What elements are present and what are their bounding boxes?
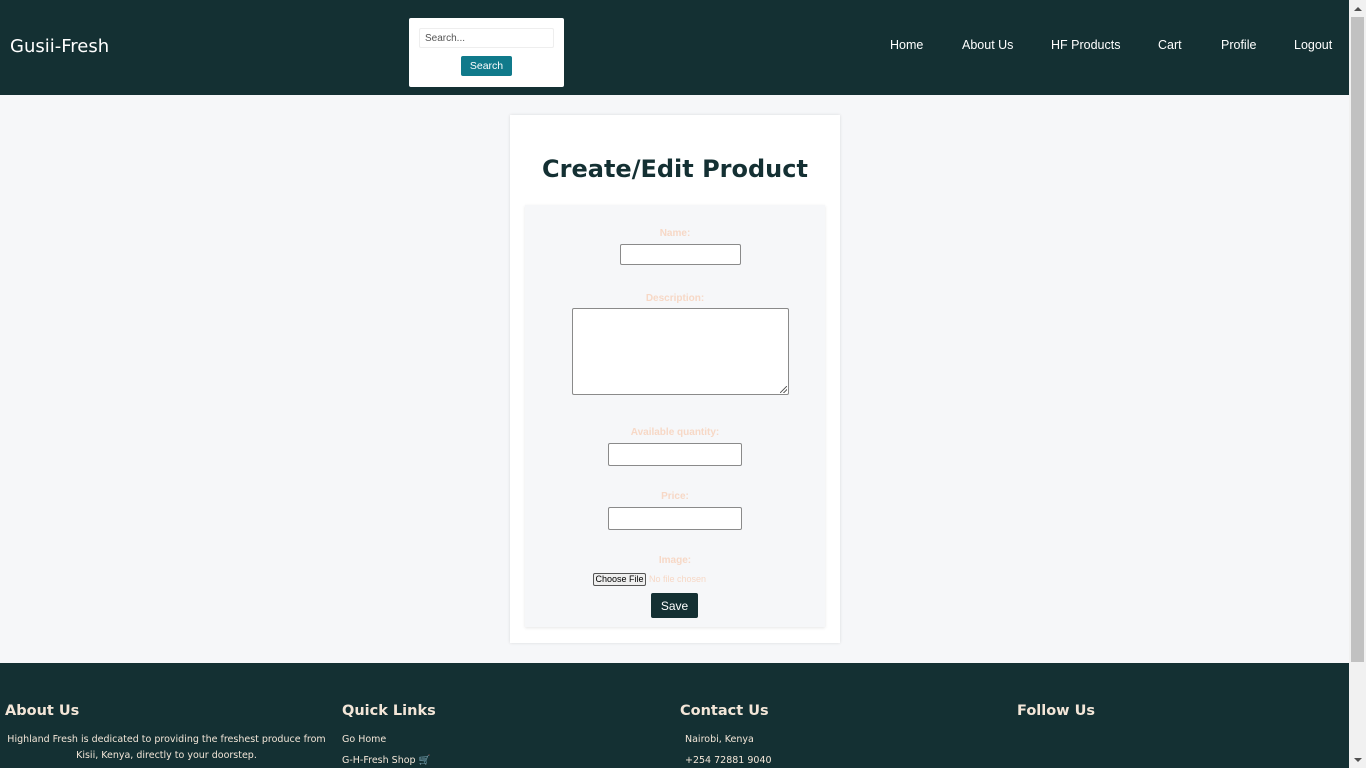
description-textarea[interactable] — [572, 308, 789, 395]
image-label: Image: — [658, 555, 692, 566]
price-input[interactable] — [608, 507, 742, 530]
footer-quick-links-heading: Quick Links — [342, 703, 436, 719]
name-label: Name: — [659, 228, 691, 239]
footer-contact: Contact Us Nairobi, Kenya +254 72881 904… — [680, 703, 980, 766]
vertical-scrollbar[interactable] — [1349, 0, 1366, 768]
file-status: No file chosen — [649, 574, 707, 584]
scroll-down-button[interactable] — [1349, 751, 1366, 768]
nav-about-us[interactable]: About Us — [962, 38, 1013, 52]
nav-hf-products[interactable]: HF Products — [1051, 38, 1120, 52]
footer-contact-phone: +254 72881 9040 — [685, 755, 772, 766]
chevron-down-icon — [1353, 757, 1362, 762]
footer-about: About Us — [5, 703, 335, 719]
resize-grip-icon[interactable] — [780, 386, 787, 393]
nav-logout[interactable]: Logout — [1294, 38, 1332, 52]
footer-about-heading: About Us — [5, 703, 80, 719]
quantity-input[interactable] — [608, 443, 742, 466]
page: Gusii-Fresh Search Home About Us HF Prod… — [0, 0, 1349, 768]
page-title: Create/Edit Product — [542, 155, 808, 183]
footer-follow: Follow Us — [1017, 703, 1317, 719]
product-form: Name: Description: Available quantity: P… — [525, 205, 825, 627]
product-card: Create/Edit Product Name: Description: A… — [510, 115, 840, 643]
footer-quick-links: Quick Links Go Home G-H-Fresh Shop 🛒 — [342, 703, 642, 766]
chevron-up-icon — [1353, 6, 1362, 11]
name-input[interactable] — [620, 244, 741, 265]
footer-link-shop[interactable]: G-H-Fresh Shop 🛒 — [342, 755, 430, 766]
footer-contact-location: Nairobi, Kenya — [685, 734, 754, 745]
scroll-up-button[interactable] — [1349, 0, 1366, 17]
header: Gusii-Fresh Search Home About Us HF Prod… — [0, 0, 1349, 95]
footer: About Us Highland Fresh is dedicated to … — [0, 663, 1349, 768]
save-button[interactable]: Save — [651, 593, 698, 618]
choose-file-button[interactable]: Choose File — [593, 573, 646, 586]
description-wrapper — [572, 308, 789, 395]
footer-about-text: Highland Fresh is dedicated to providing… — [7, 734, 326, 761]
nav-cart[interactable]: Cart — [1158, 38, 1182, 52]
footer-link-go-home[interactable]: Go Home — [342, 734, 386, 745]
search-button[interactable]: Search — [461, 56, 512, 76]
price-label: Price: — [661, 491, 689, 502]
footer-follow-heading: Follow Us — [1017, 703, 1096, 719]
nav-profile[interactable]: Profile — [1221, 38, 1256, 52]
main-nav: Home About Us HF Products Cart Profile L… — [0, 38, 1349, 54]
nav-home[interactable]: Home — [890, 38, 923, 52]
scrollbar-thumb[interactable] — [1351, 17, 1364, 662]
description-label: Description: — [645, 293, 705, 304]
footer-contact-heading: Contact Us — [680, 703, 769, 719]
quantity-label: Available quantity: — [630, 427, 720, 438]
